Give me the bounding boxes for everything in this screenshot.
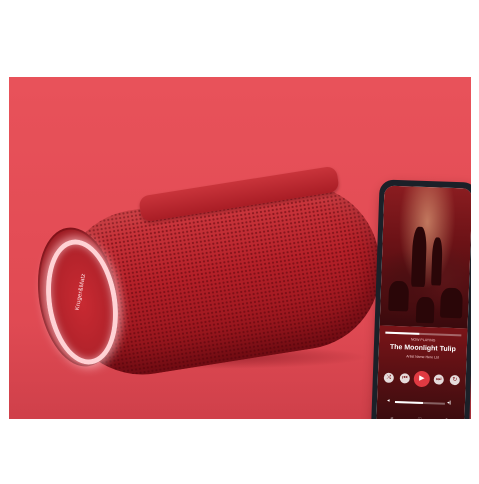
volume-high-icon: ◂) bbox=[446, 399, 452, 406]
playback-controls: ⤨ ⏮ ▶ ⏭ ↻ bbox=[381, 370, 462, 391]
play-icon[interactable]: ▶ bbox=[413, 370, 431, 388]
previous-icon[interactable]: ⏮ bbox=[399, 373, 410, 384]
product-photo: Kruger&Matz NOW PLAYING The Moonlight Tu… bbox=[9, 77, 471, 419]
player-bottom-icons: ≡ ♡ ⇪ bbox=[390, 416, 450, 419]
share-icon[interactable]: ⇪ bbox=[444, 418, 448, 419]
product-image-page: Kruger&Matz NOW PLAYING The Moonlight Tu… bbox=[0, 0, 479, 484]
player-panel: NOW PLAYING The Moonlight Tulip Artist N… bbox=[375, 325, 468, 419]
seek-bar-fill bbox=[385, 331, 420, 335]
song-artist: Artist Name Here Ltd bbox=[406, 354, 439, 360]
list-icon[interactable]: ≡ bbox=[390, 416, 393, 419]
now-playing-label: NOW PLAYING bbox=[410, 337, 436, 343]
repeat-icon[interactable]: ↻ bbox=[449, 374, 460, 386]
seek-bar[interactable] bbox=[385, 331, 462, 336]
volume-slider-fill bbox=[394, 401, 423, 404]
album-artwork bbox=[379, 185, 471, 329]
volume-control[interactable]: ◂ ◂) bbox=[387, 398, 453, 408]
song-title: The Moonlight Tulip bbox=[389, 343, 456, 354]
phone-screen: NOW PLAYING The Moonlight Tulip Artist N… bbox=[375, 185, 471, 419]
heart-icon[interactable]: ♡ bbox=[417, 417, 422, 419]
volume-low-icon: ◂ bbox=[386, 397, 390, 404]
smartphone: NOW PLAYING The Moonlight Tulip Artist N… bbox=[370, 179, 471, 419]
shuffle-icon[interactable]: ⤨ bbox=[383, 372, 394, 383]
volume-slider[interactable] bbox=[394, 401, 445, 405]
next-icon[interactable]: ⏭ bbox=[433, 374, 444, 385]
